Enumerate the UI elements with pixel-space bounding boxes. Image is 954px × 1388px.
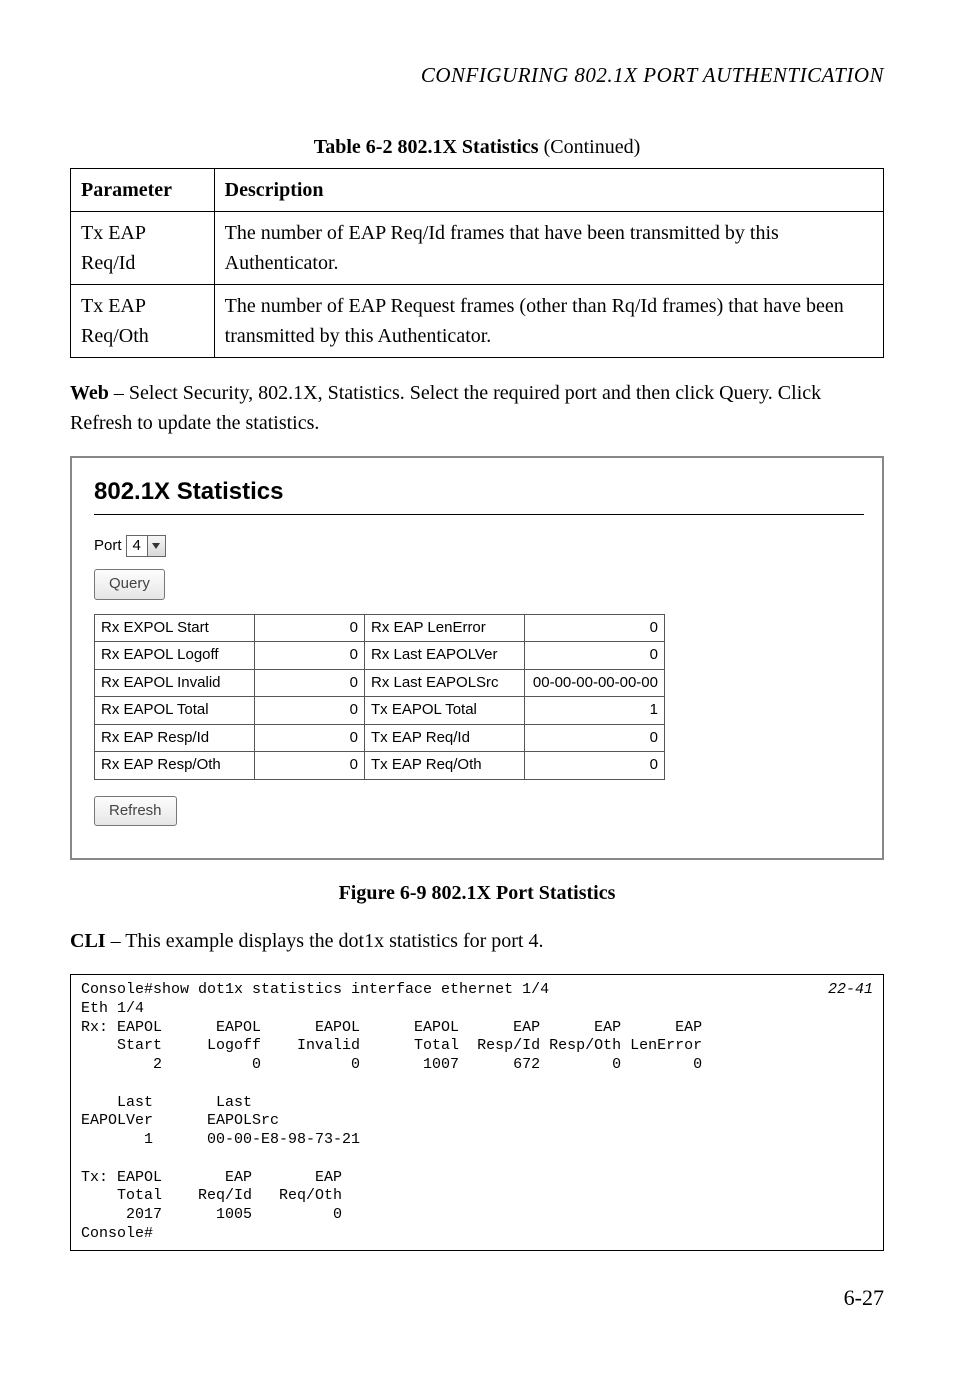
table-row: Rx EAP Resp/Id 0 Tx EAP Req/Id 0 bbox=[95, 724, 665, 752]
stat-value: 0 bbox=[525, 752, 665, 780]
param-header-description: Description bbox=[214, 168, 883, 211]
port-select[interactable]: 4 bbox=[126, 535, 166, 557]
table-caption-main: Table 6-2 802.1X Statistics bbox=[314, 136, 539, 158]
cli-instruction: CLI – This example displays the dot1x st… bbox=[70, 926, 884, 956]
stat-value: 0 bbox=[255, 614, 365, 642]
cli-output-text: Console#show dot1x statistics interface … bbox=[81, 981, 702, 1242]
web-label-bold: Web bbox=[70, 382, 109, 404]
table-caption: Table 6-2 802.1X Statistics (Continued) bbox=[70, 132, 884, 162]
stat-label: Rx EXPOL Start bbox=[95, 614, 255, 642]
stat-value: 0 bbox=[525, 724, 665, 752]
query-button[interactable]: Query bbox=[94, 569, 165, 600]
table-row: Tx EAP Req/Id The number of EAP Req/Id f… bbox=[71, 211, 884, 284]
cli-label-bold: CLI bbox=[70, 930, 106, 952]
stat-value: 1 bbox=[525, 697, 665, 725]
cli-instruction-text: – This example displays the dot1x statis… bbox=[106, 930, 544, 952]
table-row: Rx EAPOL Total 0 Tx EAPOL Total 1 bbox=[95, 697, 665, 725]
stat-label: Rx EAP Resp/Id bbox=[95, 724, 255, 752]
panel-divider bbox=[94, 514, 864, 515]
stat-label: Tx EAP Req/Id bbox=[365, 724, 525, 752]
panel-title: 802.1X Statistics bbox=[94, 474, 864, 510]
stat-label: Rx EAPOL Logoff bbox=[95, 642, 255, 670]
cli-output-box: 22-41 Console#show dot1x statistics inter… bbox=[70, 974, 884, 1251]
stat-value: 00-00-00-00-00-00 bbox=[525, 669, 665, 697]
page-header: CONFIGURING 802.1X PORT AUTHENTICATION bbox=[70, 60, 884, 92]
table-row: Rx EAP Resp/Oth 0 Tx EAP Req/Oth 0 bbox=[95, 752, 665, 780]
stat-label: Tx EAP Req/Oth bbox=[365, 752, 525, 780]
stat-value: 0 bbox=[525, 614, 665, 642]
stat-value: 0 bbox=[255, 642, 365, 670]
stat-label: Rx EAP LenError bbox=[365, 614, 525, 642]
stat-value: 0 bbox=[255, 752, 365, 780]
dropdown-arrow-icon[interactable] bbox=[147, 536, 165, 556]
table-row: Rx EAPOL Logoff 0 Rx Last EAPOLVer 0 bbox=[95, 642, 665, 670]
cli-reference: 22-41 bbox=[828, 981, 873, 1000]
stat-value: 0 bbox=[255, 697, 365, 725]
port-selector-row: Port 4 bbox=[94, 535, 864, 558]
stat-label: Rx EAPOL Invalid bbox=[95, 669, 255, 697]
page-number: 6-27 bbox=[70, 1281, 884, 1314]
web-instruction: Web – Select Security, 802.1X, Statistic… bbox=[70, 378, 884, 438]
port-select-value: 4 bbox=[127, 535, 147, 558]
param-cell: Tx EAP Req/Oth bbox=[71, 284, 215, 357]
stat-label: Rx Last EAPOLSrc bbox=[365, 669, 525, 697]
stat-label: Rx EAP Resp/Oth bbox=[95, 752, 255, 780]
table-row: Rx EXPOL Start 0 Rx EAP LenError 0 bbox=[95, 614, 665, 642]
stat-label: Rx EAPOL Total bbox=[95, 697, 255, 725]
param-cell: Tx EAP Req/Id bbox=[71, 211, 215, 284]
stat-value: 0 bbox=[255, 724, 365, 752]
desc-cell: The number of EAP Req/Id frames that hav… bbox=[214, 211, 883, 284]
statistics-panel: 802.1X Statistics Port 4 Query Rx EXPOL … bbox=[70, 456, 884, 861]
param-header-parameter: Parameter bbox=[71, 168, 215, 211]
table-caption-continued: (Continued) bbox=[539, 136, 641, 158]
port-label: Port bbox=[94, 535, 122, 558]
stat-value: 0 bbox=[255, 669, 365, 697]
stat-value: 0 bbox=[525, 642, 665, 670]
parameters-table: Parameter Description Tx EAP Req/Id The … bbox=[70, 168, 884, 358]
statistics-table: Rx EXPOL Start 0 Rx EAP LenError 0 Rx EA… bbox=[94, 614, 665, 780]
stat-label: Rx Last EAPOLVer bbox=[365, 642, 525, 670]
refresh-button[interactable]: Refresh bbox=[94, 796, 177, 827]
table-row: Tx EAP Req/Oth The number of EAP Request… bbox=[71, 284, 884, 357]
web-instruction-text: – Select Security, 802.1X, Statistics. S… bbox=[70, 382, 821, 434]
stat-label: Tx EAPOL Total bbox=[365, 697, 525, 725]
figure-caption: Figure 6-9 802.1X Port Statistics bbox=[70, 878, 884, 908]
desc-cell: The number of EAP Request frames (other … bbox=[214, 284, 883, 357]
table-row: Rx EAPOL Invalid 0 Rx Last EAPOLSrc 00-0… bbox=[95, 669, 665, 697]
